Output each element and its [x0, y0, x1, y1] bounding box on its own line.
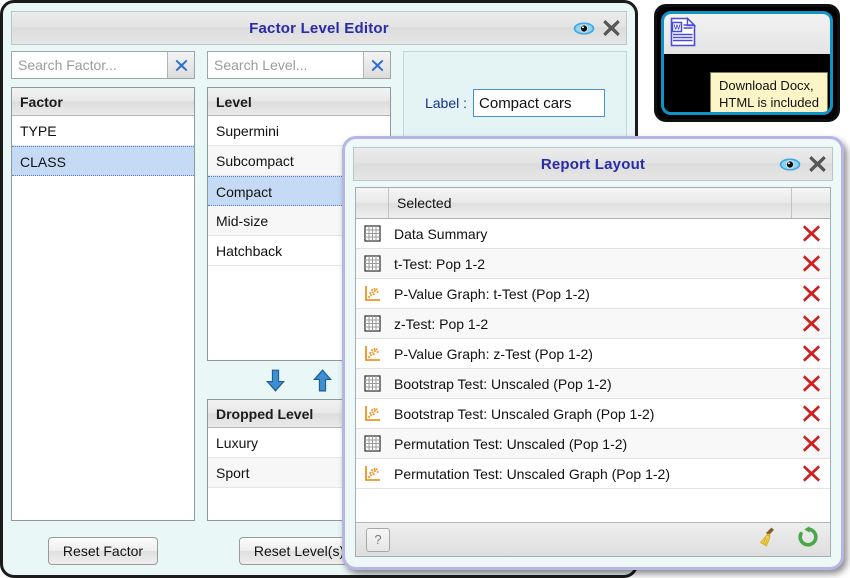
header-icon-column — [356, 188, 389, 218]
close-x-icon[interactable] — [603, 20, 620, 37]
clear-factor-search-button[interactable] — [167, 52, 194, 78]
factor-editor-title-buttons — [573, 20, 620, 37]
report-layout-table: Selected Data Summary t-Test: Pop 1-2 P-… — [355, 187, 831, 557]
delete-row-button[interactable] — [792, 224, 830, 243]
table-row[interactable]: z-Test: Pop 1-2 — [356, 309, 830, 339]
factor-row-class[interactable]: CLASS — [12, 146, 194, 176]
table-row[interactable]: Bootstrap Test: Unscaled Graph (Pop 1-2) — [356, 399, 830, 429]
download-docx-window: W Download Docx, HTML is included — [654, 4, 840, 122]
factor-button-bar: Reset Factor — [11, 537, 195, 565]
broom-icon[interactable] — [756, 525, 780, 554]
header-selected-column: Selected — [389, 188, 792, 218]
delete-row-button[interactable] — [792, 344, 830, 363]
delete-row-button[interactable] — [792, 314, 830, 333]
down-arrow-icon[interactable] — [263, 368, 288, 393]
table-row[interactable]: Permutation Test: Unscaled Graph (Pop 1-… — [356, 459, 830, 489]
word-document-icon[interactable]: W — [670, 16, 698, 52]
docx-toolbar: W — [664, 14, 830, 54]
level-list-header: Level — [208, 88, 390, 116]
scatter-icon — [356, 345, 388, 362]
report-layout-title: Report Layout — [540, 155, 646, 173]
eye-icon[interactable] — [779, 157, 801, 171]
table-row[interactable]: Bootstrap Test: Unscaled (Pop 1-2) — [356, 369, 830, 399]
row-label: P-Value Graph: z-Test (Pop 1-2) — [394, 345, 593, 362]
help-button[interactable]: ? — [366, 527, 390, 552]
table-icon — [356, 435, 388, 452]
report-layout-title-buttons — [779, 156, 826, 173]
delete-row-button[interactable] — [792, 254, 830, 273]
svg-text:W: W — [674, 24, 681, 31]
row-label: Data Summary — [394, 225, 488, 242]
factor-editor-titlebar: Factor Level Editor — [11, 11, 627, 45]
up-arrow-icon[interactable] — [310, 368, 335, 393]
table-icon — [356, 375, 388, 392]
table-row[interactable]: P-Value Graph: t-Test (Pop 1-2) — [356, 279, 830, 309]
delete-row-button[interactable] — [792, 284, 830, 303]
header-delete-column — [792, 188, 830, 218]
report-layout-footer: ? — [356, 522, 830, 556]
row-label: Bootstrap Test: Unscaled Graph (Pop 1-2) — [394, 405, 655, 422]
factor-column: Factor TYPE CLASS Reset Factor — [11, 51, 195, 567]
factor-search-row — [11, 51, 195, 79]
row-label: t-Test: Pop 1-2 — [394, 255, 486, 272]
delete-row-button[interactable] — [792, 434, 830, 453]
table-icon — [356, 315, 388, 332]
label-caption: Label : — [424, 95, 468, 111]
search-factor-input[interactable] — [12, 52, 167, 78]
report-layout-table-header: Selected — [356, 188, 830, 219]
level-search-row — [207, 51, 391, 79]
table-row[interactable]: t-Test: Pop 1-2 — [356, 249, 830, 279]
row-label: P-Value Graph: t-Test (Pop 1-2) — [394, 285, 590, 302]
scatter-icon — [356, 285, 388, 302]
label-input[interactable] — [473, 89, 606, 117]
refresh-icon[interactable] — [796, 525, 820, 554]
delete-row-button[interactable] — [792, 374, 830, 393]
download-docx-inner: W Download Docx, HTML is included — [661, 11, 833, 115]
table-row[interactable]: Data Summary — [356, 219, 830, 249]
delete-row-button[interactable] — [792, 404, 830, 423]
factor-editor-title: Factor Level Editor — [249, 19, 389, 37]
factor-list-header: Factor — [12, 88, 194, 116]
table-row[interactable]: P-Value Graph: z-Test (Pop 1-2) — [356, 339, 830, 369]
report-layout-titlebar: Report Layout — [353, 147, 833, 181]
table-icon — [356, 255, 388, 272]
delete-row-button[interactable] — [792, 464, 830, 483]
row-label: Permutation Test: Unscaled Graph (Pop 1-… — [394, 465, 670, 482]
search-level-input[interactable] — [208, 52, 363, 78]
clear-level-search-button[interactable] — [363, 52, 390, 78]
report-layout-window: Report Layout Selected Data Summary t-Te… — [342, 136, 844, 570]
factor-listbox[interactable]: Factor TYPE CLASS — [11, 87, 195, 521]
docx-tooltip: Download Docx, HTML is included — [710, 72, 828, 112]
scatter-icon — [356, 465, 388, 482]
report-layout-row-list: Data Summary t-Test: Pop 1-2 P-Value Gra… — [356, 219, 830, 522]
close-x-icon[interactable] — [809, 156, 826, 173]
eye-icon[interactable] — [573, 21, 595, 35]
table-row[interactable]: Permutation Test: Unscaled (Pop 1-2) — [356, 429, 830, 459]
row-label: Bootstrap Test: Unscaled (Pop 1-2) — [394, 375, 612, 392]
row-label: z-Test: Pop 1-2 — [394, 315, 489, 332]
factor-row-type[interactable]: TYPE — [12, 116, 194, 146]
screen: Factor Level Editor Search Factor... Fac… — [0, 0, 850, 578]
scatter-icon — [356, 405, 388, 422]
reset-factor-button[interactable]: Reset Factor — [47, 537, 159, 565]
table-icon — [356, 225, 388, 242]
row-label: Permutation Test: Unscaled (Pop 1-2) — [394, 435, 628, 452]
